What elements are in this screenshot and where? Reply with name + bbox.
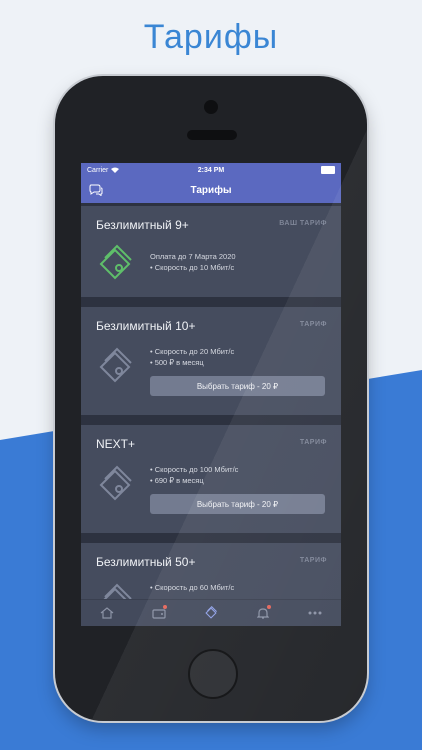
tariff-tag: ТАРИФ (299, 557, 327, 564)
home-button[interactable] (188, 649, 238, 699)
tab-tariffs[interactable] (201, 605, 221, 621)
select-tariff-button[interactable]: Выбрать тариф - 20 ₽ (150, 494, 325, 514)
tariff-line: • Скорость до 10 Мбит/с (150, 263, 235, 272)
status-time: 2:34 PM (197, 166, 225, 174)
chat-icon[interactable] (89, 184, 103, 196)
page-headline: Тарифы (143, 18, 279, 56)
tariff-line: • Скорость до 20 Мбит/с (150, 347, 235, 356)
tariff-line: • 500 ₽ в месяц (150, 358, 204, 367)
price-tag-icon (99, 465, 132, 501)
phone-speaker (187, 130, 237, 140)
nav-bar: Тарифы (81, 177, 341, 203)
home-icon (100, 607, 114, 619)
phone-camera (204, 100, 218, 114)
tariff-card-1[interactable]: Безлимитный 9+ ВАШ ТАРИФ Оплата до 7 Мар… (81, 206, 341, 297)
wallet-icon (152, 608, 166, 619)
tariff-title: NEXT+ (96, 437, 136, 451)
tariff-title: Безлимитный 50+ (96, 555, 196, 569)
status-bar: Carrier 2:34 PM (81, 163, 341, 177)
tariff-line: • Скорость до 100 Мбит/с (150, 465, 239, 474)
tariff-line: • 690 ₽ в месяц (150, 476, 204, 485)
tariff-line: Оплата до 7 Марта 2020 (150, 252, 236, 261)
tariff-tag: ТАРИФ (299, 321, 327, 328)
more-icon (308, 611, 322, 615)
price-tag-icon (99, 347, 132, 383)
tariff-info: • Скорость до 100 Мбит/с • 690 ₽ в месяц (150, 464, 238, 486)
notification-dot (163, 605, 167, 609)
tab-notifications[interactable] (253, 605, 273, 621)
price-tag-icon (99, 244, 132, 280)
tab-bar (81, 599, 341, 626)
tariff-title: Безлимитный 10+ (96, 319, 196, 333)
tariff-info: • Скорость до 20 Мбит/с • 500 ₽ в месяц (150, 346, 234, 368)
tariff-tag: ТАРИФ (299, 439, 327, 446)
app-screen: Carrier 2:34 PM Тарифы Безлимитный 9+ ВА… (81, 163, 341, 626)
price-tag-icon (205, 606, 217, 619)
tariff-line: • Скорость до 60 Мбит/с (150, 583, 235, 592)
tariff-card-3[interactable]: NEXT+ ТАРИФ • Скорость до 100 Мбит/с • 6… (81, 425, 341, 533)
select-tariff-button[interactable]: Выбрать тариф - 20 ₽ (150, 376, 325, 396)
nav-title: Тарифы (190, 184, 232, 196)
tariff-card-2[interactable]: Безлимитный 10+ ТАРИФ • Скорость до 20 М… (81, 307, 341, 415)
tab-home[interactable] (97, 605, 117, 621)
tariff-tag: ВАШ ТАРИФ (279, 220, 327, 227)
tab-more[interactable] (305, 605, 325, 621)
phone-frame: Carrier 2:34 PM Тарифы Безлимитный 9+ ВА… (55, 76, 367, 721)
tab-wallet[interactable] (149, 605, 169, 621)
tariff-info: • Скорость до 60 Мбит/с (150, 582, 234, 593)
notification-dot (267, 605, 271, 609)
battery-icon (321, 166, 335, 174)
tariff-title: Безлимитный 9+ (96, 218, 189, 232)
tariff-info: Оплата до 7 Марта 2020 • Скорость до 10 … (150, 251, 236, 273)
